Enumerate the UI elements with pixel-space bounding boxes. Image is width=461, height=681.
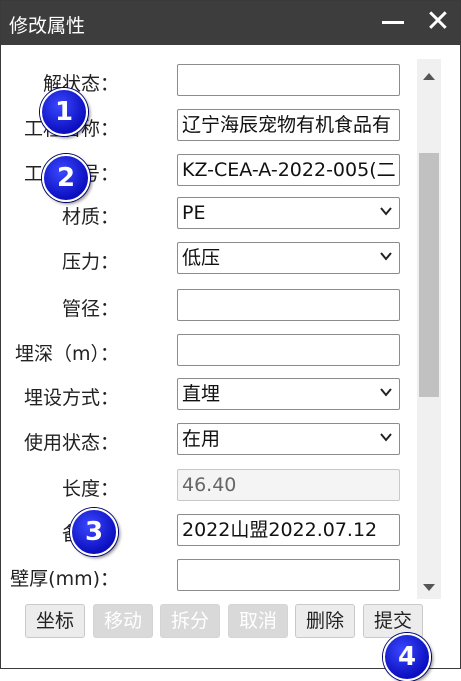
- chevron-down-icon: [380, 388, 392, 397]
- burial-method-select[interactable]: 直埋: [177, 378, 400, 410]
- field-row-remarks: 备注： 2022山盟2022.07.12: [1, 514, 411, 546]
- scroll-thumb[interactable]: [419, 153, 439, 397]
- usage-status-select[interactable]: 在用: [177, 423, 400, 455]
- select-value: 在用: [182, 428, 221, 450]
- close-icon[interactable]: ✕: [424, 7, 452, 37]
- project-name-input[interactable]: 辽宁海辰宠物有机食品有: [177, 109, 400, 141]
- chevron-down-icon: [380, 207, 392, 216]
- field-label: 管径：: [61, 298, 119, 320]
- titlebar[interactable]: 修改属性 ✕: [1, 1, 460, 45]
- material-select[interactable]: PE: [177, 197, 400, 229]
- diameter-input[interactable]: [177, 289, 400, 321]
- coordinates-button[interactable]: 坐标: [25, 604, 85, 638]
- select-value: 直埋: [182, 383, 221, 405]
- length-value: 46.40: [177, 469, 400, 501]
- move-button[interactable]: 移动: [93, 604, 153, 638]
- field-label: 压力：: [61, 251, 119, 273]
- field-label: 壁厚(mm)：: [10, 568, 119, 590]
- chevron-down-icon: [380, 433, 392, 442]
- field-row-diameter: 管径：: [1, 289, 411, 321]
- vertical-scrollbar[interactable]: [417, 59, 441, 599]
- field-row-wall-thickness: 壁厚(mm)：: [1, 559, 411, 591]
- field-label: 长度：: [61, 478, 119, 500]
- callout-badge-1: 1: [40, 88, 88, 136]
- depth-input[interactable]: [177, 334, 400, 366]
- callout-badge-2: 2: [42, 154, 90, 202]
- select-value: 低压: [182, 247, 221, 269]
- project-number-input[interactable]: KZ-CEA-A-2022-005(二: [177, 154, 400, 186]
- callout-badge-3: 3: [70, 508, 118, 556]
- scroll-down-arrow-icon[interactable]: [423, 584, 435, 591]
- status-input[interactable]: [177, 64, 400, 96]
- field-label: 埋深（m）：: [14, 343, 119, 365]
- field-label: 材质：: [61, 206, 119, 228]
- delete-button[interactable]: 删除: [295, 604, 355, 638]
- field-row-pressure: 压力： 低压: [1, 242, 411, 274]
- callout-badge-4: 4: [383, 633, 431, 681]
- dialog-title: 修改属性: [9, 15, 86, 37]
- remarks-input[interactable]: 2022山盟2022.07.12: [177, 514, 400, 546]
- field-row-usage-status: 使用状态： 在用: [1, 423, 411, 455]
- field-row-length: 长度： 46.40: [1, 469, 411, 501]
- select-value: PE: [182, 202, 206, 224]
- chevron-down-icon: [380, 252, 392, 261]
- field-label: 埋设方式：: [23, 387, 119, 409]
- pressure-select[interactable]: 低压: [177, 242, 400, 274]
- cancel-button[interactable]: 取消: [228, 604, 288, 638]
- field-label: 使用状态：: [23, 432, 119, 454]
- split-button[interactable]: 拆分: [160, 604, 220, 638]
- minimize-icon[interactable]: [382, 21, 404, 24]
- wall-thickness-input[interactable]: [177, 559, 400, 591]
- scroll-up-arrow-icon[interactable]: [423, 73, 435, 80]
- field-row-depth: 埋深（m）：: [1, 334, 411, 366]
- field-row-burial-method: 埋设方式： 直埋: [1, 378, 411, 410]
- submit-button[interactable]: 提交: [363, 604, 423, 638]
